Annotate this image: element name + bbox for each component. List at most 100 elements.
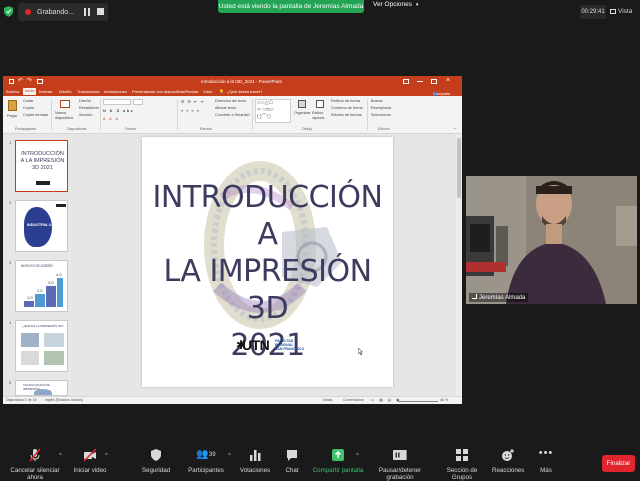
participants-options-caret[interactable]: ^ (228, 453, 231, 459)
undo-icon[interactable]: ↶ (18, 77, 23, 84)
font-size-select[interactable] (133, 99, 143, 105)
share-screen-button[interactable]: Compartir pantalla (312, 448, 364, 474)
thumb-2-logo (56, 204, 66, 207)
breakout-rooms-button[interactable]: Sección de Grupos (437, 448, 487, 481)
recording-label: Grabando... (37, 8, 74, 16)
select-button[interactable]: Seleccionar (371, 113, 391, 117)
font-family-select[interactable] (103, 99, 131, 105)
save-icon[interactable] (9, 79, 14, 84)
copy-button[interactable]: Copiar (23, 106, 34, 110)
new-slide-button[interactable]: Nueva diapositiva (55, 99, 75, 125)
ribbon-separator (252, 99, 253, 130)
find-button[interactable]: Buscar (371, 99, 383, 103)
audio-options-caret[interactable]: ^ (59, 453, 62, 459)
slide-thumbnail-2[interactable]: INDUSTRIA 4.0 (15, 200, 68, 252)
align-buttons[interactable]: ≡ ≡ ≡ ≡ (181, 109, 200, 113)
maximize-icon[interactable] (431, 79, 437, 84)
meeting-top-bar: Grabando... Usted está viendo la pantall… (0, 0, 640, 24)
utn-logo-mark: UTN (242, 337, 270, 353)
vertical-scrollbar[interactable] (456, 134, 462, 396)
shape-outline-button[interactable]: Contorno de forma (331, 106, 363, 110)
layout-button[interactable]: Diseño (79, 99, 91, 103)
reactions-label: Reacciones (492, 467, 525, 474)
reactions-button[interactable]: Reacciones (492, 448, 524, 474)
current-slide[interactable]: INTRODUCCIÓN A LA IMPRESIÓN 3D 2021 UTN … (142, 137, 393, 387)
view-button[interactable]: Vista (610, 5, 632, 19)
participant-video[interactable]: Jeremías Almada (466, 176, 637, 304)
slide-number: 2 (9, 200, 12, 205)
text-direction-button[interactable]: Dirección del texto (215, 99, 246, 103)
slide-thumbnail-1[interactable]: INTRODUCCIÓN A LA IMPRESIÓN 3D 2021 (15, 140, 68, 192)
format-painter-button[interactable]: Copiar formato (23, 113, 48, 117)
slide-thumbnail-4[interactable]: ¿QUÉ ES LA IMPRESIÓN 3D? (15, 320, 68, 372)
tab-transiciones[interactable]: Transiciones (77, 89, 100, 94)
font-color-buttons[interactable]: A A A (103, 117, 119, 121)
pause-recording-icon[interactable] (84, 8, 90, 16)
reset-button[interactable]: Restablecer (79, 106, 99, 110)
tab-revisar[interactable]: Revisar (185, 89, 199, 94)
arrange-button[interactable]: Organizar (294, 99, 311, 125)
stop-recording-icon[interactable] (97, 8, 104, 15)
share-screen-label: Compartir pantalla (312, 467, 364, 474)
comments-button[interactable]: Comentarios (343, 398, 363, 402)
slide-number: 1 (9, 140, 12, 145)
end-meeting-button[interactable]: Finalizar (602, 455, 635, 472)
utn-logo-subtitle: FACULTAD REGIONAL SAN FRANCISCO (275, 339, 304, 351)
participants-button[interactable]: 👥39 Participantes (188, 448, 224, 474)
paste-button[interactable]: Pegar (6, 99, 19, 121)
ppt-window-title: Introducción a la I3D_2021 - PowerPoint (201, 79, 282, 84)
tab-archivo[interactable]: Archivo (6, 89, 19, 94)
align-text-button[interactable]: Alinear texto (215, 106, 236, 110)
video-options-caret[interactable]: ^ (105, 453, 108, 459)
ribbon-options-icon[interactable] (403, 79, 409, 84)
ppt-title-bar: ↶ ↷ Introducción a la I3D_2021 - PowerPo… (3, 76, 462, 87)
quick-styles-label: Estilos rápidos (312, 111, 325, 120)
chat-button[interactable]: Chat (280, 448, 304, 474)
tab-inicio[interactable]: Inicio (23, 88, 37, 95)
collapse-ribbon-icon[interactable]: ⌃ (453, 127, 456, 132)
replace-button[interactable]: Reemplazar (371, 106, 391, 110)
shapes-gallery[interactable]: ▭○△⬠ ⇨☆⬭▱{ }⌒⬡ (255, 99, 291, 123)
shape-fill-button[interactable]: Relleno de forma (331, 99, 360, 103)
mute-button[interactable]: Cancelar silenciar ahora (4, 448, 66, 481)
language-status[interactable]: Inglés (Estados Unidos) (45, 398, 83, 402)
polls-button[interactable]: Votaciones (238, 448, 272, 474)
tell-me-box[interactable]: ¿Qué desea hacer? (227, 89, 262, 94)
pause-recording-button[interactable]: Pausar/detener grabación (366, 448, 434, 481)
font-format-buttons[interactable]: N K S abc (103, 109, 134, 113)
bullets-buttons[interactable]: ☰ ☰ ⇤ ⇥ (181, 99, 204, 104)
zoom-level[interactable]: 46 % (440, 398, 448, 402)
section-button[interactable]: Sección (79, 113, 93, 117)
tab-presentacion[interactable]: Presentación con diapositivas (132, 89, 185, 94)
redo-icon[interactable]: ↷ (27, 77, 32, 84)
cut-button[interactable]: Cortar (23, 99, 34, 103)
slide-thumbnail-5[interactable]: TECNOLOGÍAS DE IMPRESIÓN (15, 380, 68, 396)
video-off-icon (83, 448, 97, 462)
close-icon[interactable]: × (446, 77, 450, 84)
tab-animaciones[interactable]: Animaciones (104, 89, 127, 94)
start-video-button[interactable]: Iniciar video (72, 448, 108, 474)
meeting-timer: 00:29:41 (580, 5, 606, 19)
breakout-rooms-label: Sección de Grupos (446, 467, 478, 481)
minimize-icon[interactable] (417, 81, 423, 82)
presentation-start-icon[interactable] (37, 79, 43, 84)
security-button[interactable]: Seguridad (140, 448, 172, 474)
share-screen-icon (332, 449, 344, 461)
quick-styles-button[interactable]: Estilos rápidos (312, 99, 328, 125)
scrollbar-thumb[interactable] (457, 138, 461, 198)
notes-button[interactable]: Notas (323, 398, 332, 402)
tab-vista[interactable]: Vista (203, 89, 212, 94)
zoom-slider[interactable] (398, 401, 438, 402)
view-options-menu[interactable]: Ver Opciones ▾ (373, 1, 418, 8)
view-mode-buttons[interactable]: ▭ ▦ ▤ ▣ (371, 398, 402, 402)
slide-thumbnail-3[interactable]: NIVELES DE DISEÑO 1.0 2.0 3.0 4.0 (15, 260, 68, 312)
tab-diseno[interactable]: Diseño (59, 89, 71, 94)
share-options-caret[interactable]: ^ (356, 453, 359, 459)
more-button[interactable]: ••• Más (536, 448, 556, 475)
utn-logo-sub3: SAN FRANCISCO (275, 347, 305, 351)
pause-stop-icon (393, 450, 407, 460)
shape-effects-button[interactable]: Efectos de formas (331, 113, 362, 117)
smartart-button[interactable]: Convertir a SmartArt (215, 113, 250, 117)
tab-insertar[interactable]: Insertar (39, 89, 53, 94)
ribbon-separator (51, 99, 52, 130)
